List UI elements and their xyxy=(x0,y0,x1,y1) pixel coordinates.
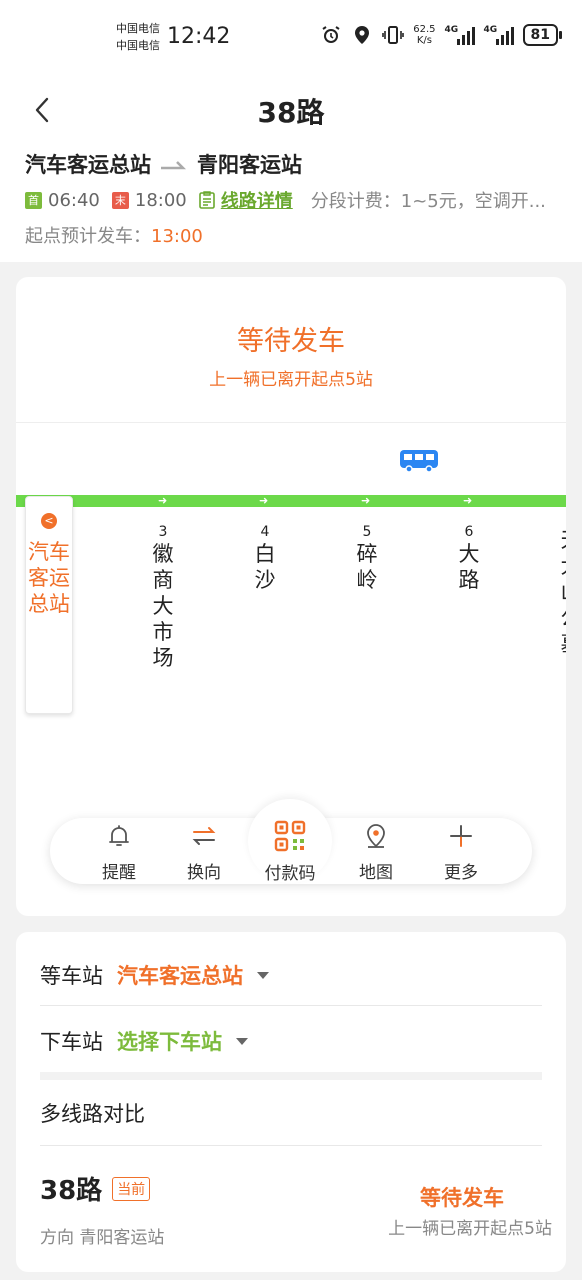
route-detail-link[interactable]: 线路详情 xyxy=(198,187,293,213)
page-title: 38路 xyxy=(257,96,325,129)
swap-icon xyxy=(192,827,216,845)
alight-station-selector[interactable]: 下车站 选择下车站 xyxy=(40,1024,542,1058)
remind-button[interactable]: 提醒 xyxy=(89,823,149,883)
direction-arrow-icon: ➜ xyxy=(158,494,168,507)
direction-arrow-icon: ➜ xyxy=(361,494,371,507)
station-selection-card: 等车站 汽车客运总站 下车站 选择下车站 多线路对比 38路 当前 方向 青阳客… xyxy=(16,932,566,1272)
route-to: 青阳客运站 xyxy=(197,153,302,177)
compare-direction: 方向 青阳客运站 xyxy=(40,1228,165,1248)
compare-line-name[interactable]: 38路 当前 xyxy=(40,1170,151,1207)
wait-station-value: 汽车客运总站 xyxy=(117,964,243,988)
route-from: 汽车客运总站 xyxy=(25,153,151,177)
station-name: 徽商大市场 xyxy=(152,542,174,670)
wait-station-selector[interactable]: 等车站 汽车客运总站 xyxy=(40,958,542,992)
station-name: 天大山公墓 xyxy=(556,527,567,657)
current-tag-badge: 当前 xyxy=(112,1176,151,1201)
signal-2-icon: 4G xyxy=(484,25,514,45)
remind-label: 提醒 xyxy=(102,863,136,883)
net-speed-value: 62.5 xyxy=(413,24,436,35)
map-button[interactable]: 地图 xyxy=(346,823,406,883)
signal-1-tag: 4G xyxy=(444,25,459,35)
station-number: 6 xyxy=(464,524,474,540)
switch-direction-button[interactable]: 换向 xyxy=(174,823,234,883)
switch-direction-label: 换向 xyxy=(187,863,221,883)
start-station-name: 汽车客运总站 xyxy=(28,540,70,616)
route-endpoints: 汽车客运总站 青阳客运站 xyxy=(25,149,302,179)
alight-station-value: 选择下车站 xyxy=(117,1030,222,1054)
station-item[interactable]: 5 碎岭 xyxy=(352,525,382,593)
station-number: 4 xyxy=(260,524,270,540)
route-header: 38路 汽车客运总站 青阳客运站 首 06:40 末 18:00 线路详情 分段… xyxy=(0,75,582,262)
status-time: 12:42 xyxy=(167,24,231,49)
first-bus-time: 06:40 xyxy=(48,189,100,211)
station-name: 白沙 xyxy=(254,542,276,592)
station-item[interactable]: 4 白沙 xyxy=(250,525,280,593)
more-label: 更多 xyxy=(444,863,478,883)
divider xyxy=(16,422,566,423)
wait-station-label: 等车站 xyxy=(40,964,103,988)
carrier-2: 中国电信 xyxy=(116,39,160,52)
divider xyxy=(40,1005,542,1006)
battery-level: 81 xyxy=(530,27,550,43)
map-label: 地图 xyxy=(359,863,393,883)
caret-down-icon xyxy=(236,1037,248,1045)
start-station-icon: < xyxy=(41,513,57,529)
net-speed-unit: K/s xyxy=(416,35,432,46)
last-bus-time: 18:00 xyxy=(134,189,187,211)
realtime-card: 等待发车 上一辆已离开起点5站 ➜ ➜ ➜ ➜ < 汽车客运总站 3 徽商大市场… xyxy=(16,277,566,916)
status-bar: 中国电信 中国电信 12:42 62.5 K/s 4G 4G 81 xyxy=(0,0,582,75)
station-name: 大路 xyxy=(458,542,480,592)
station-number: 5 xyxy=(362,524,372,540)
station-item[interactable]: 3 徽商大市场 xyxy=(148,525,178,671)
route-detail-label: 线路详情 xyxy=(220,191,293,212)
departure-estimate: 起点预计发车：13:00 xyxy=(25,222,203,248)
station-number: 3 xyxy=(158,524,168,540)
bus-icon[interactable] xyxy=(399,449,439,473)
compare-status: 等待发车 xyxy=(420,1186,504,1210)
multi-line-compare-header: 多线路对比 xyxy=(40,1096,542,1130)
signal-icon: 4G xyxy=(445,25,475,45)
more-button[interactable]: 更多 xyxy=(431,823,491,883)
divider xyxy=(40,1145,542,1146)
route-line: ➜ ➜ ➜ ➜ xyxy=(16,495,566,507)
pay-code-button[interactable]: 付款码 xyxy=(260,820,320,884)
section-divider xyxy=(40,1072,542,1080)
route-info: 首 06:40 末 18:00 线路详情 分段计费：1~5元，空调开... xyxy=(25,187,577,213)
departure-label: 起点预计发车： xyxy=(25,226,151,247)
direction-arrow-icon: ➜ xyxy=(463,494,473,507)
last-bus-badge: 末 xyxy=(111,191,129,209)
route-arrow-icon xyxy=(161,152,187,176)
fare-info: 分段计费：1~5元，空调开... xyxy=(310,191,546,212)
battery-icon: 81 xyxy=(522,24,563,46)
multi-line-compare-label: 多线路对比 xyxy=(40,1102,145,1126)
direction-arrow-icon: ➜ xyxy=(259,494,269,507)
carrier-names: 中国电信 中国电信 xyxy=(116,20,160,54)
alight-station-label: 下车站 xyxy=(40,1030,103,1054)
carrier-1: 中国电信 xyxy=(116,22,160,35)
document-icon xyxy=(198,191,215,209)
map-pin-icon xyxy=(367,824,385,848)
bus-status-title: 等待发车 xyxy=(237,326,345,357)
alarm-icon xyxy=(320,24,342,46)
vibrate-icon xyxy=(382,24,405,46)
station-item[interactable]: 6 大路 xyxy=(454,525,484,593)
caret-down-icon xyxy=(257,971,269,979)
status-icons: 62.5 K/s 4G 4G 81 xyxy=(320,24,563,46)
compare-line-number: 38路 xyxy=(40,1176,103,1206)
bell-icon xyxy=(109,825,129,846)
qr-code-icon xyxy=(274,820,306,852)
plus-icon xyxy=(450,825,472,847)
signal-2-tag: 4G xyxy=(483,25,498,35)
departure-time: 13:00 xyxy=(151,226,203,247)
net-speed: 62.5 K/s xyxy=(413,24,435,46)
start-station[interactable]: < 汽车客运总站 xyxy=(25,496,73,714)
station-item[interactable]: 天大山公墓 xyxy=(556,525,567,657)
bus-status-subtitle: 上一辆已离开起点5站 xyxy=(209,370,373,390)
first-bus-badge: 首 xyxy=(25,191,42,209)
pay-code-label: 付款码 xyxy=(264,864,316,884)
compare-substatus: 上一辆已离开起点5站 xyxy=(388,1219,552,1239)
station-name: 碎岭 xyxy=(356,542,378,592)
location-icon xyxy=(351,24,373,46)
